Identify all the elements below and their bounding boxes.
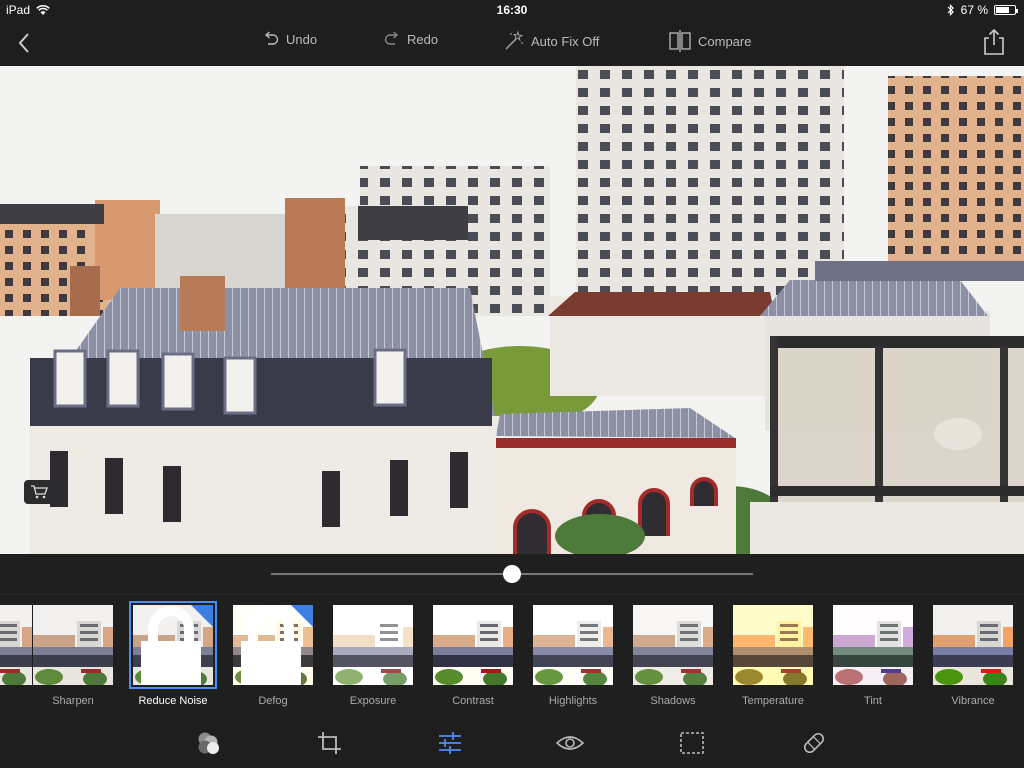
- filter-label-sharpen: Sharpen: [52, 695, 94, 707]
- thumbnail-preview: [33, 605, 113, 685]
- border-icon[interactable]: [678, 730, 706, 756]
- compare-icon: [669, 30, 691, 52]
- battery-icon: [994, 5, 1018, 15]
- compare-label: Compare: [698, 33, 752, 49]
- cart-icon: [31, 485, 48, 499]
- intensity-slider[interactable]: [0, 554, 1024, 594]
- thumbnail-preview: [533, 605, 613, 685]
- auto-fix-button[interactable]: Auto Fix Off: [503, 30, 599, 52]
- redo-button[interactable]: Redo: [383, 30, 438, 48]
- crop-icon[interactable]: [316, 730, 344, 756]
- slider-handle[interactable]: [503, 565, 521, 583]
- photoshop-express-editor: iPad 16:30 67 % Undo Redo Auto Fix Off C…: [0, 0, 1024, 768]
- filter-label-shadows: Shadows: [650, 695, 696, 707]
- partial-thumbnail[interactable]: [0, 605, 32, 685]
- auto-fix-label: Auto Fix Off: [531, 33, 600, 49]
- thumbnail-preview: [933, 605, 1013, 685]
- photo-canvas[interactable]: [0, 66, 1024, 554]
- lock-icon: [241, 606, 301, 685]
- filter-label-vibrance: Vibrance: [951, 695, 995, 707]
- looks-icon[interactable]: [194, 730, 222, 756]
- filter-thumb-reduce-noise[interactable]: [129, 601, 217, 689]
- undo-icon: [264, 31, 279, 45]
- share-icon[interactable]: [982, 28, 1006, 56]
- clock: 16:30: [496, 3, 528, 17]
- undo-label: Undo: [286, 31, 318, 47]
- filter-thumb-contrast[interactable]: [433, 605, 513, 685]
- thumbnail-preview: [333, 605, 413, 685]
- filter-label-reduce-noise: Reduce Noise: [138, 695, 208, 707]
- chevron-left-icon[interactable]: [14, 30, 38, 56]
- adjustment-filmstrip: Sharpen Reduce Noise Defog Exposure Contrast…: [0, 594, 1024, 718]
- filter-thumb-tint[interactable]: [833, 605, 913, 685]
- adjustments-icon[interactable]: [436, 730, 464, 756]
- thumbnail-preview: [433, 605, 513, 685]
- filter-thumb-vibrance[interactable]: [933, 605, 1013, 685]
- battery-percent: 67 %: [960, 3, 988, 17]
- filter-thumb-temperature[interactable]: [733, 605, 813, 685]
- redo-icon: [384, 31, 399, 45]
- bluetooth-icon: [947, 4, 954, 16]
- cart-button[interactable]: [24, 480, 54, 504]
- filter-label-exposure: Exposure: [349, 695, 397, 707]
- filter-thumb-exposure[interactable]: [333, 605, 413, 685]
- red-eye-icon[interactable]: [556, 730, 584, 756]
- filter-thumb-sharpen[interactable]: [33, 605, 113, 685]
- compare-button[interactable]: Compare: [668, 30, 751, 52]
- lock-icon: [141, 606, 201, 685]
- filter-label-contrast: Contrast: [452, 695, 494, 707]
- cityscape-photo: [0, 66, 1024, 554]
- bottom-tool-bar: [0, 718, 1024, 768]
- status-bar: iPad 16:30 67 %: [0, 0, 1024, 20]
- filter-label-tint: Tint: [864, 695, 882, 707]
- top-toolbar: Undo Redo Auto Fix Off Compare: [0, 20, 1024, 66]
- thumbnail-preview: [633, 605, 713, 685]
- healing-icon[interactable]: [800, 730, 828, 756]
- undo-button[interactable]: Undo: [262, 30, 317, 48]
- thumbnail-preview: [733, 605, 813, 685]
- filter-thumb-defog[interactable]: [233, 605, 313, 685]
- filter-thumb-shadows[interactable]: [633, 605, 713, 685]
- filter-thumb-highlights[interactable]: [533, 605, 613, 685]
- filter-label-defog: Defog: [258, 695, 288, 707]
- thumbnail-preview: [833, 605, 913, 685]
- redo-label: Redo: [407, 31, 439, 47]
- battery-fill: [996, 7, 1009, 13]
- magic-wand-icon: [505, 30, 524, 50]
- filter-label-temperature: Temperature: [742, 695, 804, 707]
- filter-label-highlights: Highlights: [548, 695, 598, 707]
